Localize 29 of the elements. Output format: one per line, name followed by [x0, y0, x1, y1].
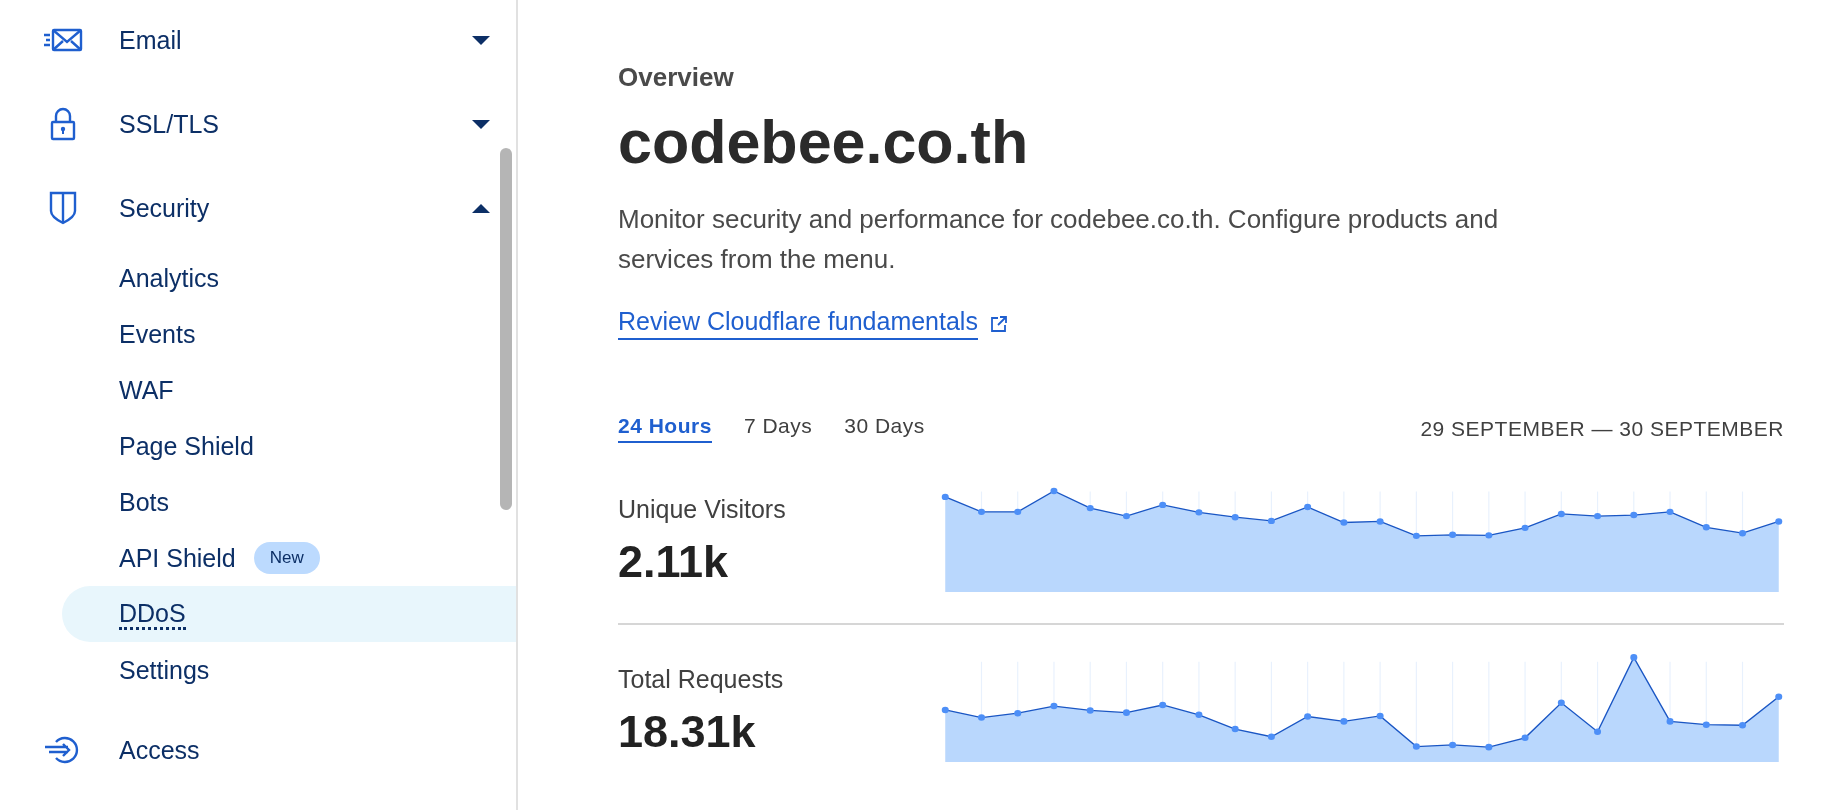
sidebar-item[interactable]: Access: [0, 728, 516, 772]
new-badge: New: [253, 542, 320, 574]
range-tab[interactable]: 24 Hours: [618, 414, 712, 443]
sidebar-item[interactable]: Security: [0, 186, 516, 230]
sidebar-item[interactable]: Email: [0, 18, 516, 62]
range-tab[interactable]: 7 Days: [743, 414, 813, 443]
metric-value: 2.11k: [618, 536, 730, 588]
nav-label: Security: [119, 193, 211, 223]
sidebar-subitem[interactable]: Bots: [62, 474, 516, 530]
sidebar-subitem[interactable]: Analytics: [62, 250, 516, 306]
page-eyebrow: Overview: [618, 62, 735, 93]
metric-label: Total Requests: [618, 665, 785, 694]
metric-label: Unique Visitors: [618, 495, 787, 524]
sidebar-item[interactable]: SSL/TLS: [0, 102, 516, 146]
nav-label: Email: [119, 25, 183, 55]
sidebar-subitem[interactable]: Events: [62, 306, 516, 362]
sidebar-subitem[interactable]: WAF: [62, 362, 516, 418]
fundamentals-link[interactable]: Review Cloudflare fundamentals: [618, 307, 978, 340]
sidebar-subitem[interactable]: Settings: [62, 642, 516, 698]
nav-label: SSL/TLS: [119, 109, 221, 139]
nav-label: Access: [119, 735, 201, 765]
page-description: Monitor security and performance for codebee.co.th. Configure products and services from the menu.: [618, 203, 1500, 276]
range-tab[interactable]: 30 Days: [844, 414, 925, 443]
sidebar-subitem[interactable]: Page Shield: [62, 418, 516, 474]
metric-value: 18.31k: [618, 706, 757, 758]
date-range: 29 SEPTEMBER — 30 SEPTEMBER: [1420, 416, 1784, 441]
sidebar-subitem[interactable]: API Shield New: [62, 530, 516, 586]
sidebar-subitem[interactable]: DDoS: [62, 586, 516, 642]
page-title: codebee.co.th: [618, 107, 1030, 177]
